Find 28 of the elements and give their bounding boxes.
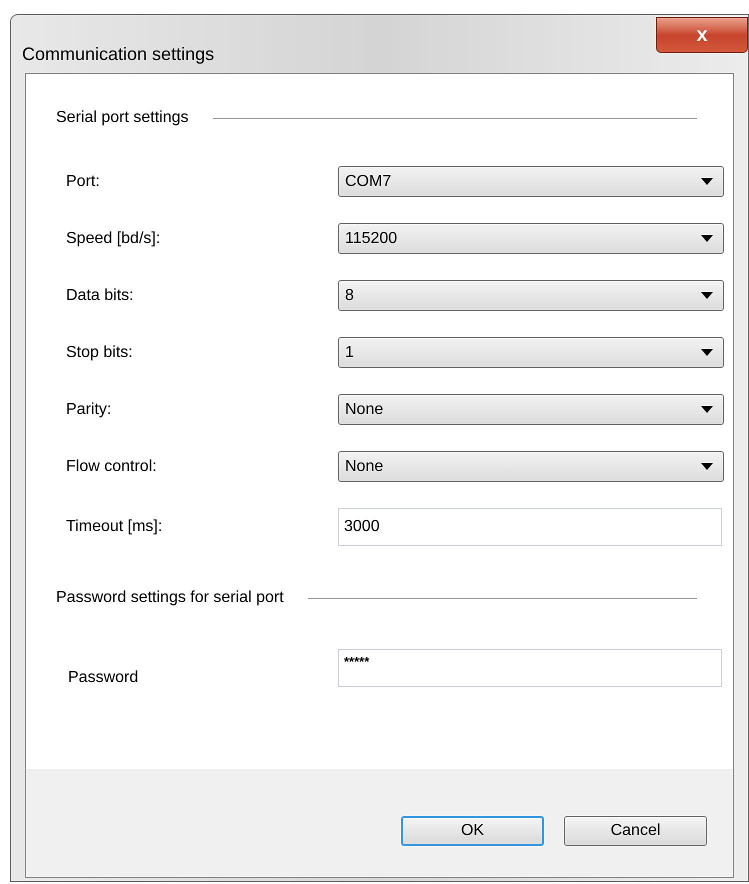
field-label: Stop bits: (65, 342, 134, 362)
field-label: Data bits: (65, 286, 135, 306)
dropdown-arrow-icon (701, 349, 713, 356)
password-field[interactable]: ***** (338, 649, 722, 687)
dropdown-arrow-icon (701, 292, 713, 299)
field-label: Password (67, 668, 140, 688)
input-field[interactable]: 3000 (338, 508, 722, 546)
section-heading: Password settings for serial port (56, 588, 284, 608)
dialog-button[interactable]: Cancel (564, 816, 707, 846)
window-title: Communication settings (22, 43, 214, 66)
field-label: Port: (65, 172, 101, 192)
dropdown-arrow-icon (701, 406, 713, 413)
close-button[interactable]: x (656, 17, 748, 53)
dropdown[interactable]: 8 (338, 280, 724, 311)
dialog-button[interactable]: OK (401, 816, 544, 846)
field-label: Timeout [ms]: (65, 517, 164, 537)
field-label: Parity: (65, 400, 112, 420)
section-heading: Serial port settings (56, 108, 189, 128)
dropdown[interactable]: None (338, 394, 724, 425)
dropdown[interactable]: COM7 (338, 166, 724, 197)
dropdown-arrow-icon (701, 463, 713, 470)
dropdown-arrow-icon (701, 235, 713, 242)
field-label: Flow control: (65, 456, 158, 476)
dropdown[interactable]: 1 (338, 337, 724, 368)
field-label: Speed [bd/s]: (65, 228, 162, 248)
dropdown-arrow-icon (701, 178, 713, 185)
dropdown[interactable]: None (338, 451, 724, 482)
dropdown[interactable]: 115200 (338, 223, 724, 254)
